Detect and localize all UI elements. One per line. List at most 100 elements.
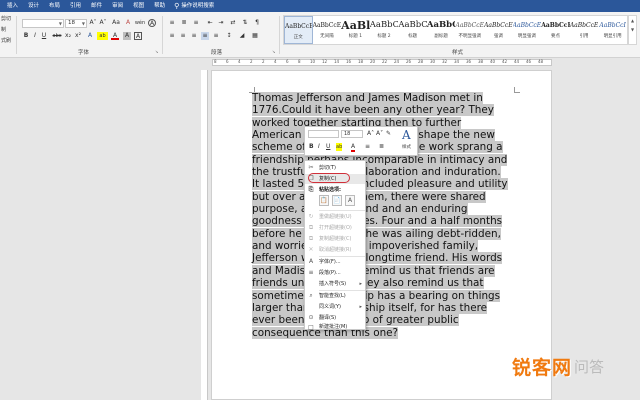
menu-item-insert-symbol[interactable]: 插入符号(S) ▸ xyxy=(305,279,365,289)
superscript-button[interactable]: x² xyxy=(74,32,82,40)
show-marks-icon[interactable]: ¶ xyxy=(253,19,261,27)
change-case-button[interactable]: Aa xyxy=(110,19,122,27)
mini-format-painter-icon[interactable]: ✎ xyxy=(386,130,391,138)
ruler-number: 38 xyxy=(478,59,484,64)
format-painter-button[interactable]: 式刷 xyxy=(1,37,11,44)
align-center-icon[interactable]: ≡ xyxy=(179,32,187,40)
document-line: Jefferson wrote to his longtime friend. … xyxy=(252,252,514,265)
distribute-icon[interactable]: ≡ xyxy=(212,32,220,40)
margin-corner-mark xyxy=(514,87,520,93)
selected-text: goodness on both sides. Four and a half … xyxy=(252,215,503,228)
menu-item-translate[interactable]: ⊙ 翻译(S) xyxy=(305,313,365,323)
style-title[interactable]: AaBbC 标题 xyxy=(398,16,427,44)
cut-button[interactable]: 剪切 xyxy=(1,15,11,22)
align-right-icon[interactable]: ≡ xyxy=(190,32,198,40)
mini-styles-label: 样式 xyxy=(402,145,411,150)
mini-numbering-button[interactable]: ≣ xyxy=(379,143,384,151)
shading-icon[interactable]: ◢ xyxy=(238,32,246,40)
font-dialog-launcher-icon[interactable]: ↘ xyxy=(155,49,158,54)
mini-font-size-box[interactable]: 18 xyxy=(341,130,363,138)
sort-icon[interactable]: ⇅ xyxy=(241,19,249,27)
ruler-number: 28 xyxy=(418,59,424,64)
document-line: purpose, a common end and an enduring xyxy=(252,203,514,216)
bullets-icon[interactable]: ≡ xyxy=(168,19,176,27)
text-effects-button[interactable]: A xyxy=(86,32,94,40)
style-heading-2[interactable]: AaBbC 标题 2 xyxy=(370,16,399,44)
tell-me-search[interactable]: 操作说明搜索 xyxy=(180,0,219,12)
copy-button[interactable]: 制 xyxy=(1,26,6,33)
menu-item-edit-hyperlink[interactable]: ↻ 重做超链接(U) xyxy=(305,212,365,222)
chinese-layout-icon[interactable]: ⇄ xyxy=(229,19,237,27)
mini-styles-icon[interactable]: A xyxy=(402,128,411,142)
paste-keep-format-icon[interactable]: 📋 xyxy=(319,195,329,206)
paragraph-dialog-launcher-icon[interactable]: ↘ xyxy=(272,49,275,54)
borders-icon[interactable]: ▦ xyxy=(251,32,259,40)
char-shading-button[interactable]: A xyxy=(123,32,131,40)
styles-scroll-button[interactable]: ▲ ▼ xyxy=(628,15,637,45)
tab-view[interactable]: 视图 xyxy=(128,0,149,12)
clear-format-button[interactable]: A xyxy=(124,19,132,27)
justify-icon[interactable]: ≡ xyxy=(201,32,209,40)
menu-item-cut[interactable]: ✂ 剪切(T) xyxy=(305,163,365,173)
phonetic-guide-button[interactable]: wén xyxy=(134,19,146,27)
menu-item-paragraph[interactable]: ≡ 段落(P)... xyxy=(305,268,365,278)
menu-item-synonyms[interactable]: 同义词(Y) ▸ xyxy=(305,302,365,312)
mini-underline-button[interactable]: U xyxy=(326,143,330,151)
paste-text-only-icon[interactable]: A xyxy=(345,195,355,206)
enclose-char-button[interactable]: A xyxy=(148,19,156,27)
shrink-font-button[interactable]: A˅ xyxy=(99,19,107,27)
tab-mailings[interactable]: 邮件 xyxy=(86,0,107,12)
increase-indent-icon[interactable]: ⇥ xyxy=(217,19,225,27)
multilevel-list-icon[interactable]: ≡ xyxy=(192,19,200,27)
char-border-button[interactable]: A xyxy=(134,32,142,40)
tab-review[interactable]: 审阅 xyxy=(107,0,128,12)
line-spacing-icon[interactable]: ↕ xyxy=(225,32,233,40)
mini-highlight-button[interactable]: ab xyxy=(336,143,343,151)
mini-italic-button[interactable]: I xyxy=(318,143,320,151)
menu-item-remove-hyperlink[interactable]: ✕ 取消超链接(R) xyxy=(305,245,365,255)
strikethrough-button[interactable]: abc xyxy=(51,32,63,40)
style-intense-emphasis[interactable]: AaBbCcE 明显强调 xyxy=(513,16,542,44)
tab-layout[interactable]: 布局 xyxy=(44,0,65,12)
mini-bold-button[interactable]: B xyxy=(309,143,314,151)
menu-item-copy-hyperlink[interactable]: ⧉ 复制超链接(C) xyxy=(305,234,365,244)
style-heading-1[interactable]: AaBl 标题 1 xyxy=(341,16,370,44)
tab-insert[interactable]: 插入 xyxy=(2,0,23,12)
font-color-button[interactable]: A xyxy=(111,32,119,40)
numbering-icon[interactable]: ≣ xyxy=(180,19,188,27)
font-size-box[interactable]: 18 ▼ xyxy=(65,19,87,28)
style-normal[interactable]: AaBbCcE 正文 xyxy=(284,16,313,44)
document-line: Thomas Jefferson and James Madison met i… xyxy=(252,92,514,104)
mini-bullets-button[interactable]: ≡ xyxy=(365,143,370,151)
mini-toolbar: 18 A˄ A˅ ✎ B I U ab A ≡ ≣ A 样式 xyxy=(304,126,418,156)
highlight-button[interactable]: ab xyxy=(97,32,108,40)
underline-button[interactable]: U xyxy=(40,32,48,40)
style-emphasis[interactable]: AaBbCcE 强调 xyxy=(484,16,513,44)
bold-button[interactable]: B xyxy=(22,32,30,40)
ruler-number: 26 xyxy=(406,59,412,64)
decrease-indent-icon[interactable]: ⇤ xyxy=(206,19,214,27)
mini-font-name-box[interactable] xyxy=(308,130,339,138)
tab-references[interactable]: 引用 xyxy=(65,0,86,12)
tab-help[interactable]: 帮助 xyxy=(149,0,170,12)
italic-button[interactable]: I xyxy=(31,32,39,40)
align-left-icon[interactable]: ≡ xyxy=(168,32,176,40)
subscript-button[interactable]: x₂ xyxy=(64,32,72,40)
font-name-box[interactable]: ▼ xyxy=(22,19,64,28)
style-strong[interactable]: AaBbCcE 要点 xyxy=(541,16,570,44)
style-quote[interactable]: AaBbCcE 引用 xyxy=(570,16,599,44)
style-intense-quote[interactable]: AaBbCcI 明显引用 xyxy=(598,16,627,44)
menu-item-font[interactable]: A 字体(F)... xyxy=(305,257,365,267)
grow-font-button[interactable]: A˄ xyxy=(89,19,97,27)
tab-design[interactable]: 设计 xyxy=(23,0,44,12)
paste-merge-format-icon[interactable]: 📄 xyxy=(332,195,342,206)
style-no-spacing[interactable]: AaBbCcE 无间隔 xyxy=(313,16,342,44)
menu-item-new-comment[interactable]: □ 新建批注(M) xyxy=(305,324,365,331)
style-subtle-emphasis[interactable]: AaBbCcE 不明显强调 xyxy=(455,16,485,44)
mini-font-color-button[interactable]: A xyxy=(351,143,356,152)
style-subtitle[interactable]: AaBbC副标题 xyxy=(427,16,456,44)
mini-grow-font-button[interactable]: A˄ xyxy=(367,130,374,138)
menu-item-open-hyperlink[interactable]: ⧉ 打开超链接(O) xyxy=(305,223,365,233)
menu-item-smart-lookup[interactable]: ⌕ 智能查找(L) xyxy=(305,291,365,301)
mini-shrink-font-button[interactable]: A˅ xyxy=(376,130,383,138)
